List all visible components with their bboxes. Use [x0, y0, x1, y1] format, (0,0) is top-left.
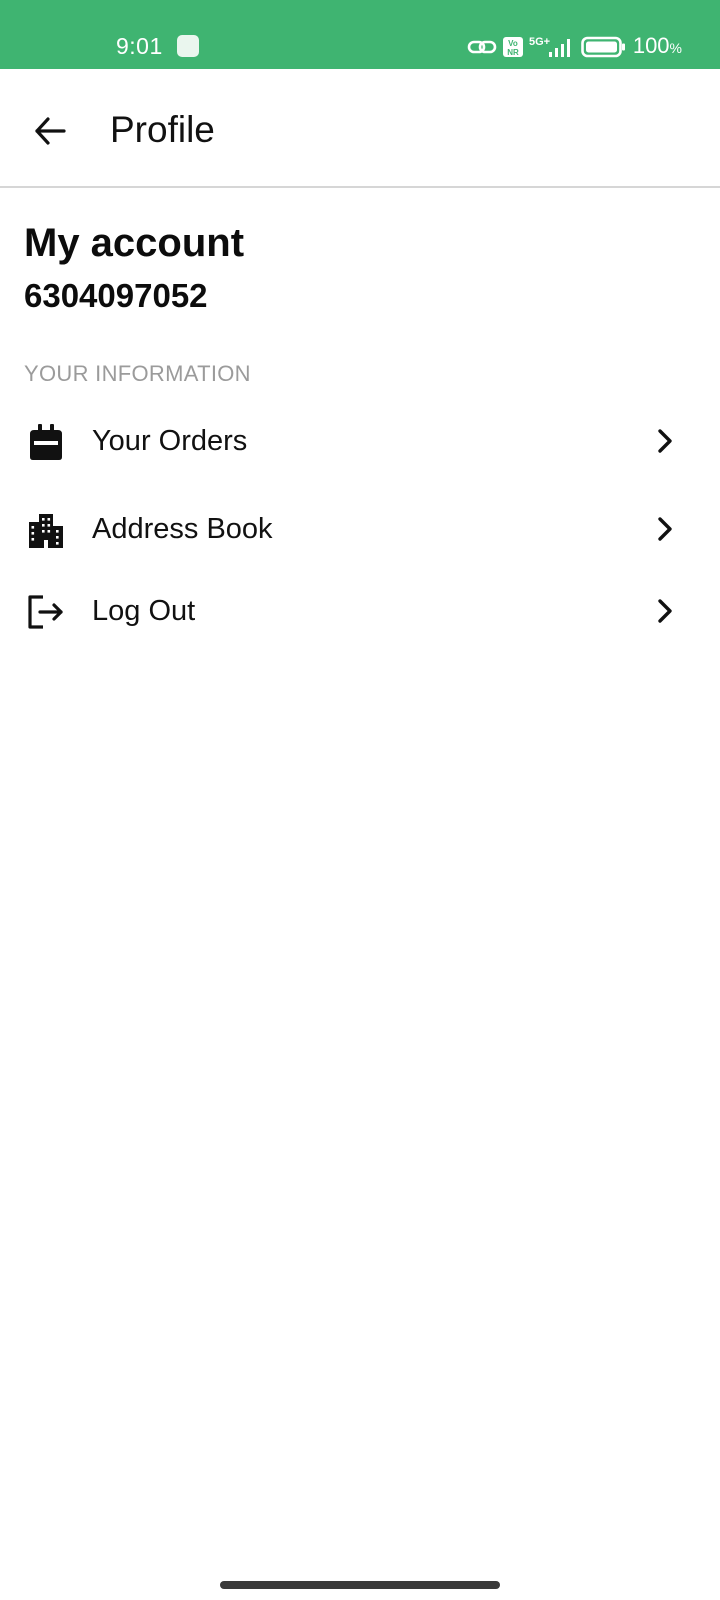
status-bar: 9:01 Vo NR 5G+ 100%	[0, 0, 720, 69]
status-indicators: Vo NR 5G+ 100%	[467, 33, 682, 60]
menu-item-your-orders[interactable]: Your Orders	[0, 402, 720, 482]
app-bar: Profile	[0, 69, 720, 188]
section-heading: YOUR INFORMATION	[24, 361, 251, 386]
menu-item-log-out[interactable]: Log Out	[0, 572, 720, 652]
battery-percent: 100%	[632, 33, 682, 58]
volte-icon: Vo NR	[502, 37, 523, 57]
arrow-left-icon	[35, 117, 66, 145]
chevron-right-icon	[650, 426, 680, 456]
bag-icon	[26, 422, 66, 462]
account-phone: 6304097052	[24, 277, 208, 314]
status-time: 9:01	[116, 33, 163, 59]
signal-icon: 5G+	[529, 35, 575, 59]
notification-app-icon	[177, 35, 199, 57]
home-indicator[interactable]	[220, 1581, 500, 1589]
link-icon	[467, 37, 497, 57]
back-button[interactable]	[22, 103, 78, 159]
svg-text:NR: NR	[507, 48, 519, 57]
building-icon	[26, 510, 66, 550]
logout-icon	[26, 592, 66, 632]
menu-item-label: Address Book	[92, 513, 273, 545]
page-title: Profile	[110, 109, 215, 150]
menu-item-label: Log Out	[92, 595, 196, 627]
chevron-right-icon	[650, 596, 680, 626]
profile-screen: 9:01 Vo NR 5G+ 100% Profile My account 6…	[0, 0, 720, 1600]
menu-item-label: Your Orders	[92, 425, 248, 457]
battery-icon	[581, 36, 627, 58]
chevron-right-icon	[650, 514, 680, 544]
menu-item-address-book[interactable]: Address Book	[0, 490, 720, 570]
svg-text:Vo: Vo	[508, 39, 518, 48]
network-type-label: 5G+	[529, 36, 550, 48]
account-heading: My account	[24, 221, 245, 265]
